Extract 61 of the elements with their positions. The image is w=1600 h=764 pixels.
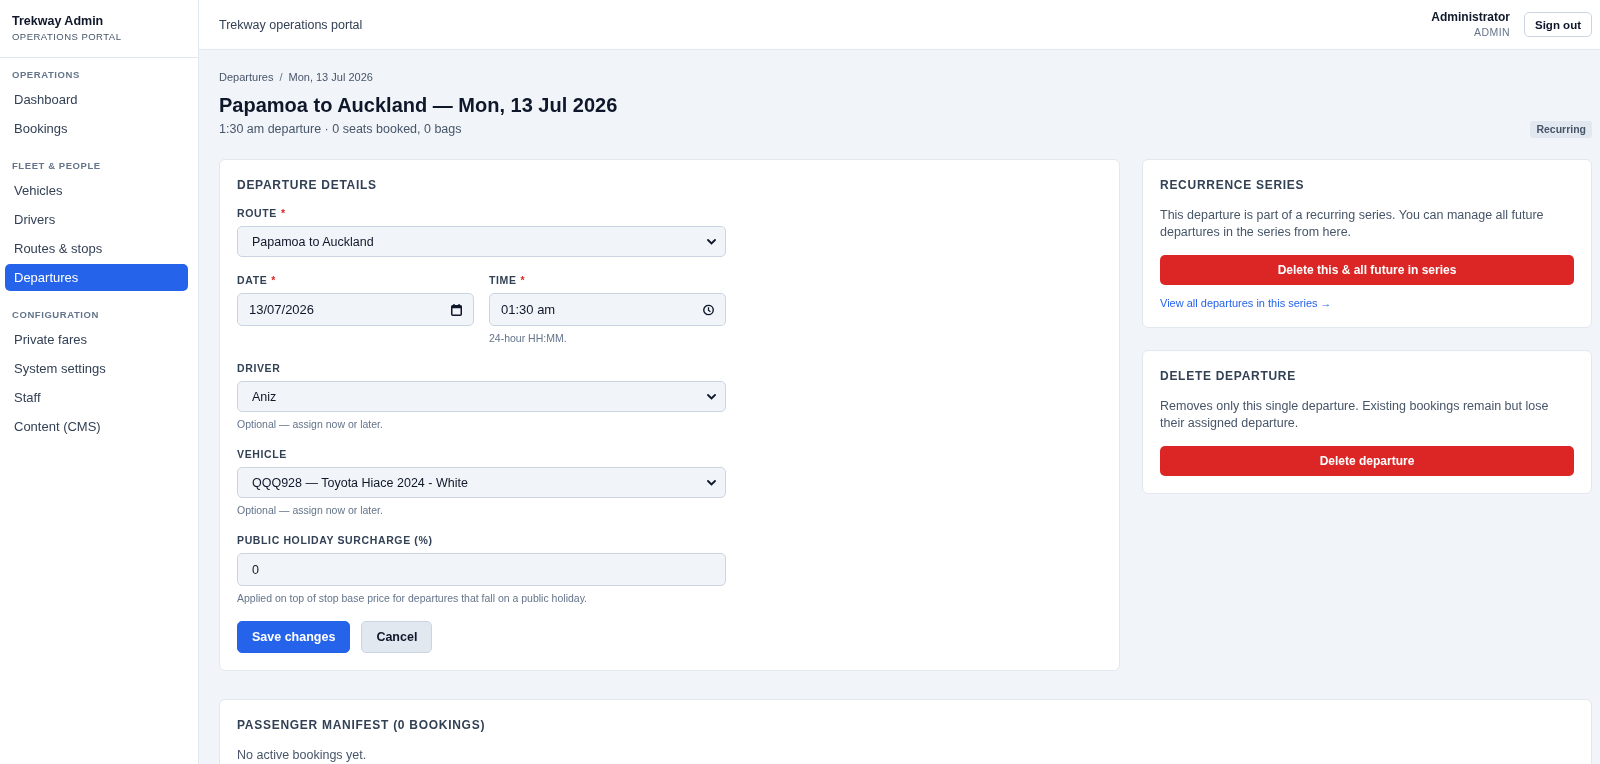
time-field[interactable]: 01:30 am — [489, 293, 726, 326]
required-mark: * — [520, 274, 525, 286]
nav-section-heading: FLEET & PEOPLE — [11, 160, 102, 172]
field-label: ROUTE — [237, 207, 277, 219]
brand-subtitle: OPERATIONS PORTAL — [12, 30, 123, 44]
nav-section-heading: OPERATIONS — [11, 69, 81, 81]
field-hint: Applied on top of stop base price for departures that fall on a public holiday. — [237, 591, 589, 605]
nav-item[interactable]: System settings — [5, 355, 188, 382]
chevron-down-icon — [707, 393, 716, 400]
select-field[interactable]: QQQ928 — Toyota Hiace 2024 - White — [237, 467, 726, 498]
required-mark: * — [271, 274, 276, 286]
delete-button[interactable]: Delete departure — [1160, 446, 1574, 476]
nav-item[interactable]: Vehicles — [5, 177, 188, 204]
breadcrumb-separator: / — [279, 70, 283, 84]
date-field[interactable]: 13/07/2026 — [237, 293, 474, 326]
calendar-icon[interactable] — [451, 303, 462, 316]
number-field[interactable]: 0 — [237, 553, 726, 586]
series-link[interactable]: View all departures in this series → — [1160, 297, 1332, 309]
nav-item[interactable]: Bookings — [5, 115, 188, 142]
card-description: This departure is part of a recurring series. You can manage all future departures in the series from here. — [1160, 207, 1545, 241]
nav-item[interactable]: Departures — [5, 264, 188, 291]
nav-item[interactable]: Dashboard — [5, 86, 188, 113]
portal-title: Trekway operations portal — [219, 17, 363, 32]
user-role: ADMIN — [1474, 25, 1510, 39]
field-hint: Optional — assign now or later. — [237, 417, 384, 431]
field-label: TIME — [489, 274, 517, 286]
chevron-down-icon — [707, 479, 716, 486]
select-field[interactable]: Papamoa to Auckland — [237, 226, 726, 257]
required-mark: * — [280, 207, 285, 219]
card-heading: DELETE DEPARTURE — [1160, 368, 1297, 384]
nav-item[interactable]: Private fares — [5, 326, 188, 353]
card-heading: PASSENGER MANIFEST (0 BOOKINGS) — [237, 717, 487, 733]
breadcrumb-link[interactable]: Departures — [219, 70, 274, 84]
field-hint: 24-hour HH:MM. — [489, 331, 568, 345]
nav-section-heading: CONFIGURATION — [11, 309, 100, 321]
field-label: PUBLIC HOLIDAY SURCHARGE (%) — [237, 534, 433, 546]
select-field[interactable]: Aniz — [237, 381, 726, 412]
clock-icon[interactable] — [703, 304, 714, 315]
delete-button[interactable]: Delete this & all future in series — [1160, 255, 1574, 285]
nav-item[interactable]: Content (CMS) — [5, 413, 188, 440]
empty-message: No active bookings yet. — [237, 747, 368, 763]
user-name: Administrator — [1431, 10, 1510, 25]
field-label: DATE — [237, 274, 268, 286]
card-heading: RECURRENCE SERIES — [1160, 177, 1306, 193]
sign-out-button[interactable]: Sign out — [1524, 12, 1592, 37]
card-description: Removes only this single departure. Existing bookings remain but lose their assigned departure. — [1160, 398, 1550, 432]
page-subtitle: 1:30 am departure · 0 seats booked, 0 bags — [219, 121, 463, 138]
field-label: DRIVER — [237, 362, 281, 374]
page-title: Papamoa to Auckland — Mon, 13 Jul 2026 — [219, 93, 618, 118]
nav-item[interactable]: Staff — [5, 384, 188, 411]
cancel-button[interactable]: Cancel — [361, 621, 433, 653]
card-heading: DEPARTURE DETAILS — [237, 177, 378, 193]
breadcrumb-current: Mon, 13 Jul 2026 — [288, 70, 373, 84]
field-label: VEHICLE — [237, 448, 287, 460]
nav-item[interactable]: Drivers — [5, 206, 188, 233]
brand-title: Trekway Admin — [12, 13, 105, 29]
chevron-down-icon — [707, 238, 716, 245]
nav-item[interactable]: Routes & stops — [5, 235, 188, 262]
recurring-badge: Recurring — [1530, 121, 1592, 138]
save-button[interactable]: Save changes — [237, 621, 351, 653]
field-hint: Optional — assign now or later. — [237, 503, 384, 517]
